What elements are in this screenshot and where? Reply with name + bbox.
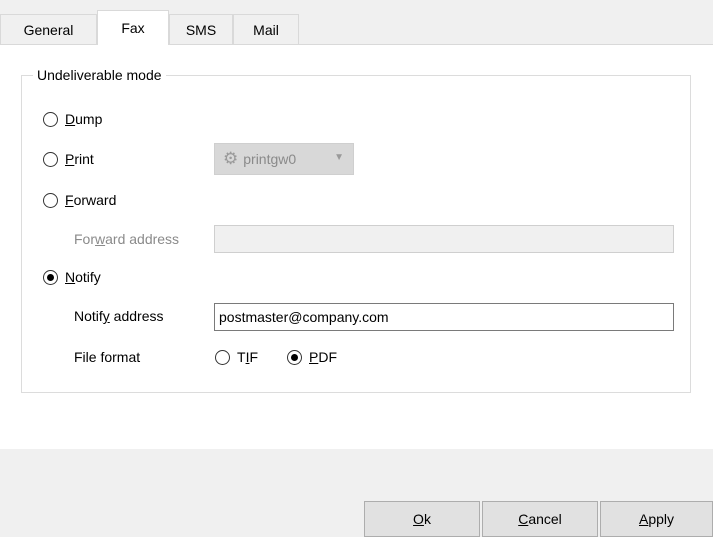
group-title: Undeliverable mode — [33, 65, 166, 85]
notify-address-field[interactable]: postmaster@company.com — [214, 303, 674, 331]
apply-button[interactable]: Apply — [600, 501, 713, 537]
tab-strip: General Fax SMS Mail — [0, 10, 713, 45]
tab-fax[interactable]: Fax — [97, 10, 169, 45]
file-format-label: File format — [74, 349, 141, 365]
chevron-down-icon: ▼ — [334, 152, 344, 163]
notify-address-label: Notify address — [74, 308, 164, 324]
tif-radio[interactable]: TIF — [215, 347, 258, 367]
tab-label: General — [23, 21, 74, 38]
notify-radio-circle[interactable] — [43, 269, 58, 285]
cancel-label: Cancel — [518, 511, 562, 527]
forward-radio-circle[interactable] — [43, 192, 58, 208]
forward-address-label: Forward address — [74, 231, 180, 247]
pdf-radio[interactable]: PDF — [287, 347, 337, 367]
tab-general[interactable]: General — [0, 14, 97, 44]
print-radio[interactable]: Print — [43, 149, 94, 169]
notify-radio[interactable]: Notify — [43, 267, 101, 287]
pdf-radio-circle[interactable] — [287, 349, 302, 365]
cancel-button[interactable]: Cancel — [482, 501, 598, 537]
tab-mail[interactable]: Mail — [233, 14, 299, 44]
tif-radio-circle[interactable] — [215, 349, 230, 365]
tif-label: TIF — [237, 349, 259, 365]
forward-address-field[interactable] — [214, 225, 674, 253]
gear-icon: ⚙ — [223, 149, 239, 168]
notify-label: Notify — [65, 269, 101, 285]
dump-radio-circle[interactable] — [43, 111, 58, 127]
ok-label: Ok — [413, 511, 431, 527]
tab-label: Mail — [253, 21, 279, 38]
print-label: Print — [65, 151, 94, 167]
print-radio-circle[interactable] — [43, 151, 58, 167]
dump-label: Dump — [65, 111, 103, 127]
printer-dropdown[interactable]: ⚙ printgw0 ▼ — [214, 143, 354, 175]
forward-radio[interactable]: Forward — [43, 190, 116, 210]
fax-tab-page: Undeliverable mode Dump Print ⚙ printgw0… — [0, 44, 713, 449]
tab-label: SMS — [185, 21, 217, 38]
apply-label: Apply — [638, 511, 675, 527]
tab-sms[interactable]: SMS — [169, 14, 233, 44]
printer-value: printgw0 — [243, 151, 297, 167]
forward-label: Forward — [65, 192, 117, 208]
dump-radio[interactable]: Dump — [43, 109, 102, 129]
ok-button[interactable]: Ok — [364, 501, 480, 537]
tab-label: Fax — [121, 20, 145, 36]
pdf-label: PDF — [309, 349, 338, 365]
